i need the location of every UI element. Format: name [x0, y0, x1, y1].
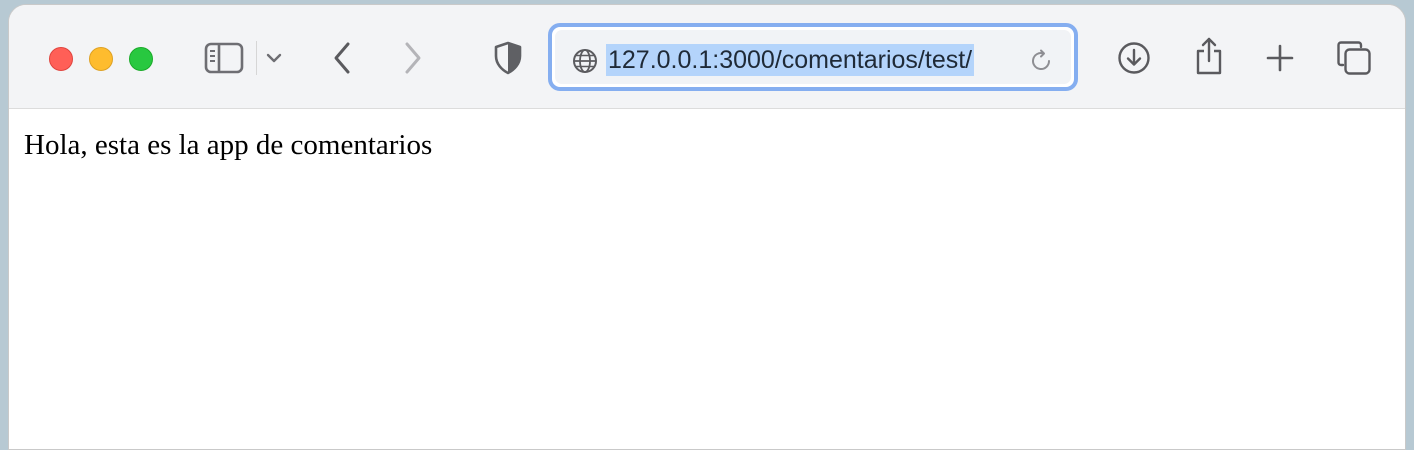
forward-button[interactable]	[398, 39, 428, 77]
reload-icon	[1032, 49, 1050, 70]
reload-button[interactable]	[1027, 47, 1055, 75]
minimize-window-button[interactable]	[89, 47, 113, 71]
browser-toolbar: 127.0.0.1:3000/comentarios/test/	[9, 5, 1405, 109]
tabs-overview-icon	[1337, 41, 1371, 75]
zoom-window-button[interactable]	[129, 47, 153, 71]
toolbar-separator	[256, 41, 257, 75]
downloads-button[interactable]	[1115, 39, 1153, 77]
tab-overview-button[interactable]	[1335, 39, 1373, 77]
download-icon	[1118, 42, 1150, 74]
url-text[interactable]: 127.0.0.1:3000/comentarios/test/	[606, 44, 975, 76]
site-info-button[interactable]	[571, 47, 599, 75]
sidebar-icon	[204, 42, 244, 74]
tab-group-menu-button[interactable]	[264, 49, 284, 67]
back-button[interactable]	[327, 39, 357, 77]
chevron-right-icon	[405, 42, 421, 74]
page-body-text: Hola, esta es la app de comentarios	[24, 129, 433, 161]
globe-icon	[573, 49, 597, 73]
share-icon	[1196, 37, 1222, 75]
new-tab-button[interactable]	[1263, 41, 1297, 75]
address-bar[interactable]: 127.0.0.1:3000/comentarios/test/	[548, 23, 1078, 91]
sidebar-toggle-button[interactable]	[202, 41, 246, 75]
address-field[interactable]: 127.0.0.1:3000/comentarios/test/	[555, 30, 1071, 84]
page-content: Hola, esta es la app de comentarios	[9, 109, 1405, 449]
chevron-down-icon	[266, 53, 282, 63]
share-button[interactable]	[1191, 35, 1227, 77]
plus-icon	[1266, 44, 1294, 72]
browser-window: 127.0.0.1:3000/comentarios/test/ Hola, e…	[8, 4, 1406, 450]
shield-icon	[494, 41, 522, 75]
privacy-report-button[interactable]	[491, 39, 525, 77]
close-window-button[interactable]	[49, 47, 73, 71]
chevron-left-icon	[334, 42, 350, 74]
